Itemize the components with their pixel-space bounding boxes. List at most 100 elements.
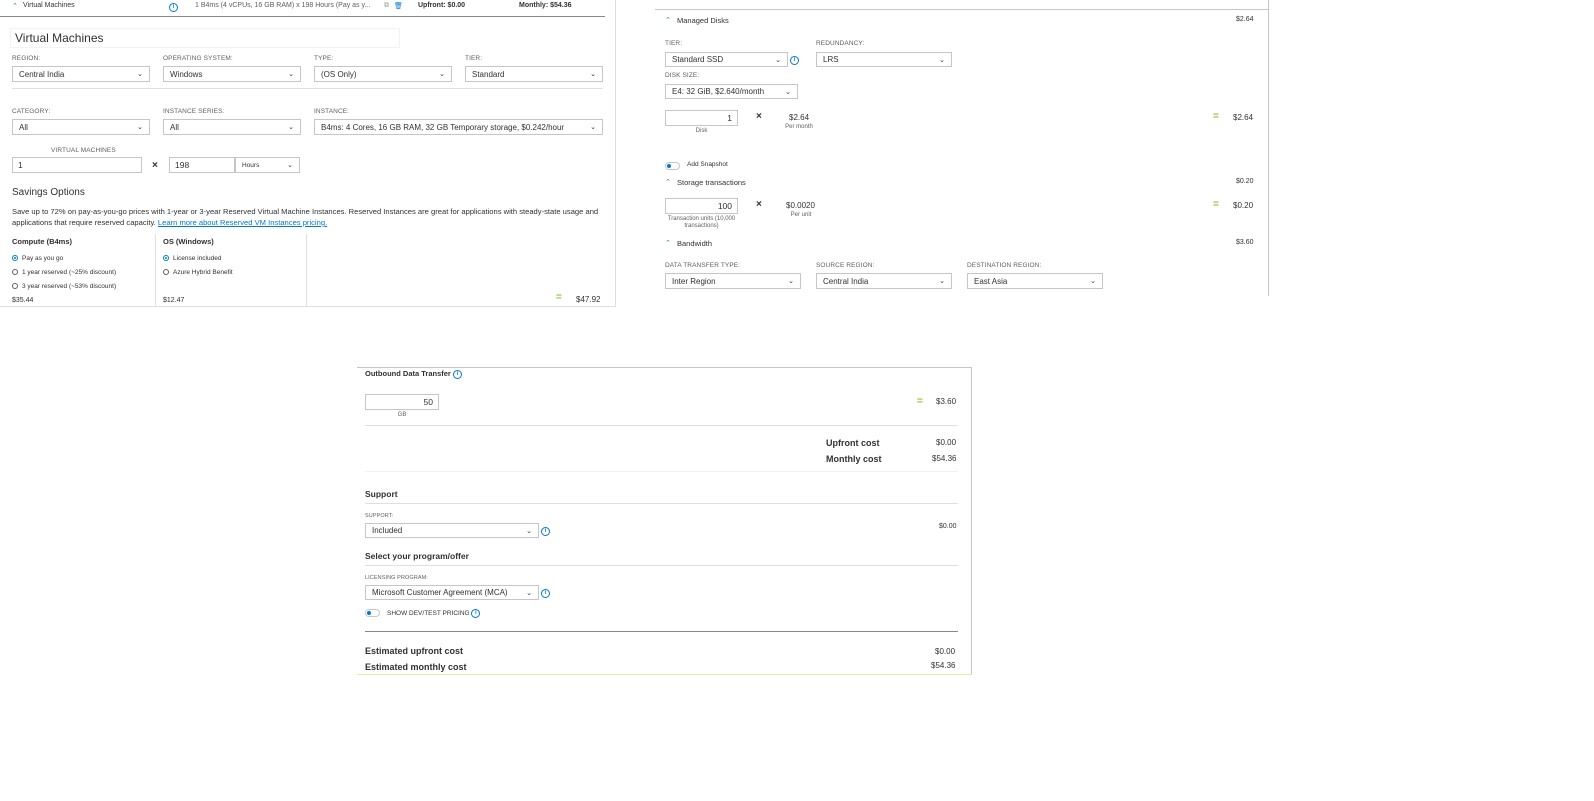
- outbound-input[interactable]: 50: [365, 394, 439, 410]
- chevron-down-icon: ⌄: [775, 56, 781, 64]
- divider: [365, 471, 958, 472]
- os-option-label: License included: [173, 255, 222, 262]
- instance-select[interactable]: B4ms: 4 Cores, 16 GB RAM, 32 GB Temporar…: [314, 119, 603, 135]
- compute-option-label: Pay as you go: [22, 255, 64, 262]
- series-label: INSTANCE SERIES:: [163, 108, 225, 115]
- os-price: $12.47: [163, 297, 185, 304]
- info-icon[interactable]: i: [452, 369, 462, 379]
- support-heading: Support: [365, 489, 398, 499]
- tier-label: TIER:: [465, 55, 483, 62]
- type-label: TYPE:: [314, 55, 334, 62]
- savings-heading: Savings Options: [12, 187, 85, 198]
- disk-size-select[interactable]: E4: 32 GiB, $2.640/month ⌄: [665, 84, 798, 99]
- disk-size-label: DISK SIZE:: [665, 72, 700, 79]
- disk-count-unit: Disk: [695, 128, 708, 134]
- multiply-icon: ×: [152, 160, 158, 171]
- transactions-count-input[interactable]: 100: [665, 198, 738, 214]
- upfront-cost-label: Upfront cost: [826, 438, 880, 448]
- chevron-down-icon: ⌄: [288, 71, 294, 78]
- support-price: $0.00: [939, 523, 957, 530]
- equals-icon: =: [917, 396, 923, 407]
- vm-count-input[interactable]: 1: [12, 157, 142, 173]
- info-icon[interactable]: i: [790, 56, 799, 65]
- program-heading: Select your program/offer: [365, 551, 469, 561]
- snapshot-toggle[interactable]: [665, 162, 680, 170]
- disk-count-input[interactable]: 1: [665, 110, 738, 126]
- compute-option-label: 3 year reserved (~53% discount): [22, 283, 117, 290]
- chevron-down-icon: ⌄: [590, 71, 596, 78]
- collapse-icon[interactable]: ⌃: [665, 178, 671, 186]
- disks-price: $2.64: [1236, 16, 1254, 23]
- info-icon[interactable]: i: [169, 3, 178, 12]
- transactions-price: $0.20: [1236, 178, 1254, 185]
- outbound-total: $3.60: [936, 397, 957, 406]
- hours-unit-select[interactable]: Hours ⌄: [235, 157, 300, 173]
- type-select[interactable]: (OS Only) ⌄: [314, 66, 452, 82]
- disk-unit-price-label: Per month: [785, 124, 813, 130]
- collapse-icon[interactable]: ⌃: [665, 239, 671, 247]
- vm-summary-row[interactable]: ⌃ Virtual Machines i 1 B4ms (4 vCPUs, 16…: [0, 0, 605, 17]
- disk-unit-price: $2.64: [789, 113, 810, 122]
- redundancy-select[interactable]: LRS ⌄: [816, 52, 952, 67]
- support-select[interactable]: Included ⌄: [365, 523, 539, 538]
- source-region-label: SOURCE REGION:: [816, 262, 875, 269]
- reserved-pricing-link[interactable]: Learn more about Reserved VM Instances p…: [158, 218, 327, 227]
- compute-heading: Compute (B4ms): [12, 237, 73, 246]
- snapshot-label: Add Snapshot: [687, 161, 728, 168]
- transfer-type-select[interactable]: Inter Region ⌄: [665, 273, 801, 289]
- divider: [365, 631, 958, 632]
- os-option-label: Azure Hybrid Benefit: [173, 269, 233, 276]
- outbound-heading: Outbound Data Transfer i: [365, 369, 462, 379]
- outbound-unit: GB: [397, 412, 407, 418]
- copy-icon[interactable]: ⧉: [384, 2, 389, 10]
- vm-total: $47.92: [576, 295, 601, 304]
- divider: [365, 503, 958, 504]
- chevron-down-icon: ⌄: [137, 71, 143, 78]
- estimated-monthly-label: Estimated monthly cost: [365, 662, 467, 672]
- chevron-down-icon: ⌄: [526, 527, 532, 535]
- series-select[interactable]: All ⌄: [163, 119, 301, 135]
- tier-select[interactable]: Standard ⌄: [465, 66, 603, 82]
- os-license-heading: OS (Windows): [163, 237, 214, 246]
- region-label: REGION:: [12, 55, 41, 62]
- licensing-label: LICENSING PROGRAM:: [365, 575, 428, 581]
- divider: [655, 9, 1268, 10]
- licensing-select[interactable]: Microsoft Customer Agreement (MCA) ⌄: [365, 585, 539, 600]
- collapse-icon[interactable]: ⌃: [665, 16, 671, 24]
- category-select[interactable]: All ⌄: [12, 119, 150, 135]
- source-region-select[interactable]: Central India ⌄: [816, 273, 952, 289]
- radio-1-year-reserved[interactable]: [12, 269, 18, 275]
- redundancy-label: REDUNDANCY:: [816, 40, 865, 47]
- estimated-monthly-value: $54.36: [931, 661, 956, 670]
- vm-summary-monthly: Monthly: $54.36: [519, 2, 572, 9]
- transactions-count-unit: Transaction units (10,000 transactions): [667, 216, 736, 229]
- chevron-down-icon: ⌄: [939, 56, 945, 64]
- transactions-unit-price: $0.0020: [786, 201, 815, 210]
- radio-3-year-reserved[interactable]: [12, 283, 18, 289]
- destination-region-select[interactable]: East Asia ⌄: [967, 273, 1103, 289]
- region-select[interactable]: Central India ⌄: [12, 66, 150, 82]
- devtest-label: SHOW DEV/TEST PRICING i: [387, 609, 481, 618]
- chevron-down-icon: ⌄: [287, 162, 293, 169]
- chevron-down-icon: ⌄: [137, 124, 143, 131]
- info-icon[interactable]: i: [541, 527, 550, 536]
- info-icon[interactable]: i: [471, 609, 481, 618]
- disks-heading: Managed Disks: [677, 16, 729, 25]
- transfer-type-label: DATA TRANSFER TYPE:: [665, 262, 741, 269]
- os-select[interactable]: Windows ⌄: [163, 66, 301, 82]
- radio-license-included[interactable]: [163, 255, 169, 261]
- chevron-down-icon: ⌄: [1090, 278, 1096, 285]
- info-icon[interactable]: i: [541, 589, 550, 598]
- hours-input[interactable]: 198: [169, 157, 235, 173]
- vm-panel: ⌃ Virtual Machines i 1 B4ms (4 vCPUs, 16…: [0, 0, 616, 307]
- chevron-down-icon: ⌄: [288, 124, 294, 131]
- devtest-toggle[interactable]: [365, 609, 380, 617]
- bandwidth-heading: Bandwidth: [677, 239, 713, 248]
- trash-icon[interactable]: 🗑: [394, 2, 403, 10]
- disk-total: $2.64: [1233, 113, 1254, 122]
- radio-azure-hybrid-benefit[interactable]: [163, 269, 169, 275]
- column-divider: [155, 234, 156, 306]
- disk-tier-select[interactable]: Standard SSD ⌄: [665, 52, 788, 67]
- collapse-icon[interactable]: ⌃: [12, 2, 18, 10]
- radio-pay-as-you-go[interactable]: [12, 255, 18, 261]
